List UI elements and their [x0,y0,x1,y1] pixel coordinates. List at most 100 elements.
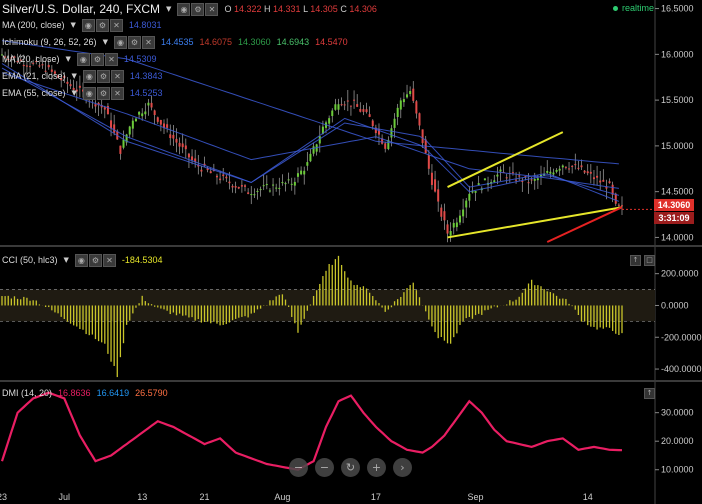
visibility-icon[interactable]: ◉ [177,2,191,16]
candle-body [421,129,424,144]
close-icon[interactable]: ✕ [109,18,123,32]
close-icon[interactable]: ✕ [110,86,124,100]
candle-body [558,168,561,171]
candle-body [546,170,549,173]
candle-body [555,169,558,172]
close-label: C [340,4,347,14]
y-tick-label: -400.0000 [661,364,702,374]
plus-icon[interactable]: + [367,458,386,477]
pane-maximize-icon[interactable]: □ [644,255,655,266]
candle-body [265,184,268,186]
visibility-icon[interactable]: ◉ [81,18,95,32]
candle-body [530,179,533,181]
candle-body [402,99,405,103]
candle-body [340,104,343,106]
indicator-label[interactable]: EMA (55, close) [2,88,66,98]
indicator-value: 14.5309 [123,54,157,64]
visibility-icon[interactable]: ◉ [113,35,127,49]
chart-navigation: − − ↻ + › [289,458,412,477]
symbol-header: Silver/U.S. Dollar, 240, FXCM ▼ ◉ ⚙ ✕ O … [2,2,377,16]
candle-body [144,111,147,115]
visibility-icon[interactable]: ◉ [74,253,88,267]
close-icon[interactable]: ✕ [110,69,124,83]
indicator-row: EMA (21, close) ▼ ◉ ⚙ ✕ 14.3843 [2,69,162,83]
candle-body [602,179,605,182]
candle-body [564,166,567,168]
indicator-label[interactable]: EMA (21, close) [2,71,66,81]
close-icon[interactable]: ✕ [104,52,118,66]
reset-icon[interactable]: ↻ [341,458,360,477]
zoom-out-icon[interactable]: − [289,458,308,477]
scroll-right-icon[interactable]: › [393,458,412,477]
visibility-icon[interactable]: ◉ [76,52,90,66]
dmi-label[interactable]: DMI (14, 20) [2,388,52,398]
symbol-buttons: ◉ ⚙ ✕ [177,2,219,16]
cci-label[interactable]: CCI (50, hlc3) [2,255,58,265]
chevron-down-icon[interactable]: ▼ [103,38,108,46]
candle-body [94,104,97,107]
open-label: O [224,4,232,14]
candle-body [505,177,508,179]
realtime-label: realtime [621,3,654,13]
indicator-value: 14.6075 [199,37,233,47]
indicator-row: Ichimoku (9, 26, 52, 26) ▼ ◉ ⚙ ✕ 14.4535 14.60… [2,35,348,49]
candle-body [159,120,162,125]
chevron-down-icon[interactable]: ▼ [66,55,71,63]
candle-body [577,167,580,169]
settings-icon[interactable]: ⚙ [88,253,102,267]
settings-icon[interactable]: ⚙ [127,35,141,49]
x-tick-label: 14 [583,492,593,502]
settings-icon[interactable]: ⚙ [191,2,205,16]
chevron-down-icon[interactable]: ▼ [64,256,69,264]
close-icon[interactable]: ✕ [205,2,219,16]
settings-icon[interactable]: ⚙ [90,52,104,66]
y-tick-label: 15.0000 [661,141,694,151]
candle-body [268,190,271,192]
candle-body [443,211,446,221]
symbol-title[interactable]: Silver/U.S. Dollar, 240, FXCM [2,2,160,16]
candle-body [462,209,465,217]
candle-body [334,104,337,110]
pane-up-icon[interactable]: ↑ [630,255,641,266]
dmi-value: 16.8636 [58,388,91,398]
candle-body [511,172,514,174]
pane-up-icon[interactable]: ↑ [644,388,655,399]
candle-body [434,179,437,192]
candle-body [244,185,247,187]
close-icon[interactable]: ✕ [102,253,116,267]
chevron-down-icon[interactable]: ▼ [72,72,77,80]
candle-body [309,153,312,162]
candle-body [184,145,187,150]
indicator-value: 14.4535 [160,37,194,47]
candle-body [430,172,433,185]
high-label: H [264,4,271,14]
visibility-icon[interactable]: ◉ [82,69,96,83]
candle-body [272,184,275,186]
candle-body [515,179,518,181]
y-tick-label: 20.0000 [661,436,694,446]
candle-body [231,185,234,188]
candle-body [138,111,141,115]
candle-body [296,173,299,177]
indicator-label[interactable]: Ichimoku (9, 26, 52, 26) [2,37,97,47]
zoom-in-icon[interactable]: − [315,458,334,477]
candle-body [349,105,352,107]
visibility-icon[interactable]: ◉ [82,86,96,100]
candle-body [396,107,399,118]
candle-body [574,164,577,166]
chevron-down-icon[interactable]: ▼ [166,5,171,13]
settings-icon[interactable]: ⚙ [96,86,110,100]
candle-body [169,134,172,139]
indicator-label[interactable]: MA (20, close) [2,54,60,64]
indicator-label[interactable]: MA (200, close) [2,20,65,30]
cci-value: -184.5304 [121,255,163,265]
chevron-down-icon[interactable]: ▼ [71,21,76,29]
chevron-down-icon[interactable]: ▼ [72,89,77,97]
countdown-tag: 3:31:09 [654,212,694,224]
settings-icon[interactable]: ⚙ [96,69,110,83]
candle-body [552,172,555,175]
close-icon[interactable]: ✕ [141,35,155,49]
settings-icon[interactable]: ⚙ [95,18,109,32]
candle-body [131,120,134,129]
candle-body [128,126,131,135]
